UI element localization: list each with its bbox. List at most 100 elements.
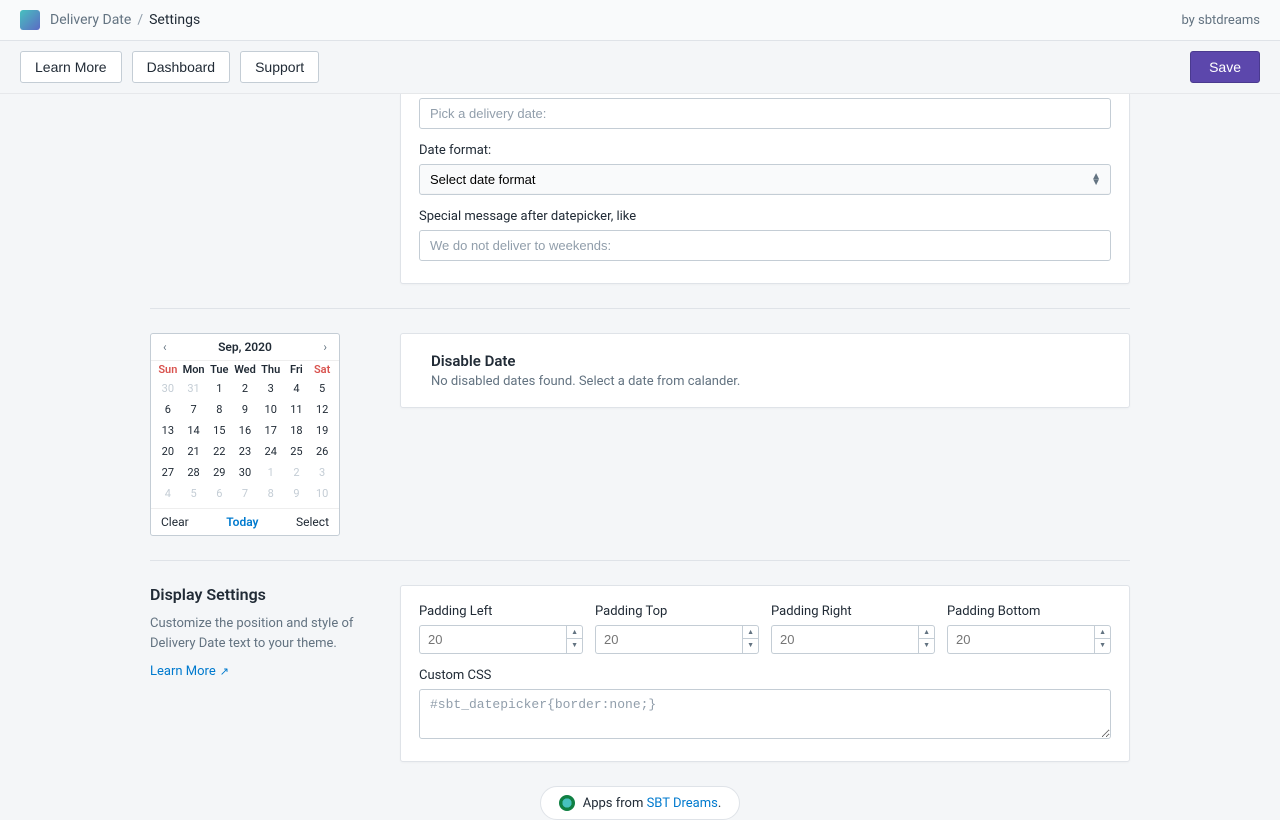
- calendar-day[interactable]: 17: [258, 420, 284, 441]
- calendar-day[interactable]: 20: [155, 441, 181, 462]
- calendar-day[interactable]: 10: [258, 399, 284, 420]
- calendar-day[interactable]: 3: [309, 462, 335, 483]
- calendar-day[interactable]: 31: [181, 378, 207, 399]
- padding-left-stepper[interactable]: ▲▼: [419, 625, 583, 654]
- calendar-day[interactable]: 2: [284, 462, 310, 483]
- pick-date-label-input[interactable]: [419, 98, 1111, 129]
- calendar-day[interactable]: 1: [206, 378, 232, 399]
- display-learn-more-link[interactable]: Learn More↗: [150, 664, 229, 679]
- calendar-day[interactable]: 19: [309, 420, 335, 441]
- calendar-day[interactable]: 4: [155, 483, 181, 504]
- custom-css-textarea[interactable]: [419, 689, 1111, 739]
- calendar-day[interactable]: 29: [206, 462, 232, 483]
- app-logo-icon: [20, 10, 40, 30]
- support-button[interactable]: Support: [240, 51, 319, 83]
- app-name[interactable]: Delivery Date: [50, 12, 131, 28]
- calendar-clear-button[interactable]: Clear: [161, 515, 189, 529]
- calendar-day[interactable]: 6: [155, 399, 181, 420]
- calendar-day[interactable]: 10: [309, 483, 335, 504]
- calendar-dow: Tue: [206, 363, 232, 376]
- calendar-day[interactable]: 16: [232, 420, 258, 441]
- calendar-day[interactable]: 15: [206, 420, 232, 441]
- date-format-select[interactable]: Select date format: [419, 164, 1111, 195]
- calendar-day[interactable]: 9: [284, 483, 310, 504]
- calendar-dow: Thu: [258, 363, 284, 376]
- calendar-day[interactable]: 23: [232, 441, 258, 462]
- calendar: ‹ Sep, 2020 › SunMonTueWedThuFriSat 3031…: [150, 333, 340, 536]
- toolbar: Learn More Dashboard Support Save: [0, 41, 1280, 94]
- disable-date-desc: No disabled dates found. Select a date f…: [431, 374, 1111, 389]
- calendar-day[interactable]: 30: [155, 378, 181, 399]
- calendar-day[interactable]: 7: [232, 483, 258, 504]
- calendar-day[interactable]: 8: [258, 483, 284, 504]
- calendar-dow: Sun: [155, 363, 181, 376]
- breadcrumb: Delivery Date / Settings: [20, 10, 200, 30]
- special-message-label: Special message after datepicker, like: [419, 209, 1111, 224]
- padding-bottom-stepper[interactable]: ▲▼: [947, 625, 1111, 654]
- padding-right-label: Padding Right: [771, 604, 935, 619]
- calendar-day[interactable]: 5: [181, 483, 207, 504]
- calendar-day[interactable]: 26: [309, 441, 335, 462]
- calendar-select-button[interactable]: Select: [296, 515, 329, 529]
- calendar-prev-icon[interactable]: ‹: [159, 340, 171, 354]
- display-settings-title: Display Settings: [150, 585, 370, 604]
- calendar-day[interactable]: 18: [284, 420, 310, 441]
- stepper-down-icon[interactable]: ▼: [567, 639, 582, 651]
- padding-right-input[interactable]: [771, 625, 918, 654]
- padding-top-input[interactable]: [595, 625, 742, 654]
- calendar-day[interactable]: 12: [309, 399, 335, 420]
- stepper-up-icon[interactable]: ▲: [1095, 626, 1110, 639]
- learn-more-button[interactable]: Learn More: [20, 51, 122, 83]
- topbar: Delivery Date / Settings by sbtdreams: [0, 0, 1280, 41]
- padding-left-input[interactable]: [419, 625, 566, 654]
- calendar-day[interactable]: 21: [181, 441, 207, 462]
- calendar-next-icon[interactable]: ›: [319, 340, 331, 354]
- stepper-down-icon[interactable]: ▼: [919, 639, 934, 651]
- datepicker-settings-card: Date format: Select date format ▲▼ Speci…: [400, 94, 1130, 284]
- padding-bottom-input[interactable]: [947, 625, 1094, 654]
- external-link-icon: ↗: [220, 665, 229, 678]
- padding-right-stepper[interactable]: ▲▼: [771, 625, 935, 654]
- calendar-day[interactable]: 14: [181, 420, 207, 441]
- calendar-day[interactable]: 1: [258, 462, 284, 483]
- dashboard-button[interactable]: Dashboard: [132, 51, 231, 83]
- calendar-day[interactable]: 2: [232, 378, 258, 399]
- calendar-day[interactable]: 28: [181, 462, 207, 483]
- calendar-day[interactable]: 3: [258, 378, 284, 399]
- footer-prefix: Apps from: [583, 796, 647, 811]
- calendar-dow: Wed: [232, 363, 258, 376]
- stepper-up-icon[interactable]: ▲: [567, 626, 582, 639]
- calendar-day[interactable]: 24: [258, 441, 284, 462]
- calendar-today-button[interactable]: Today: [226, 515, 258, 529]
- stepper-up-icon[interactable]: ▲: [743, 626, 758, 639]
- calendar-title[interactable]: Sep, 2020: [218, 340, 272, 354]
- breadcrumb-separator: /: [137, 12, 143, 28]
- by-line: by sbtdreams: [1181, 13, 1260, 28]
- calendar-day[interactable]: 11: [284, 399, 310, 420]
- stepper-down-icon[interactable]: ▼: [743, 639, 758, 651]
- stepper-up-icon[interactable]: ▲: [919, 626, 934, 639]
- padding-top-label: Padding Top: [595, 604, 759, 619]
- calendar-day[interactable]: 13: [155, 420, 181, 441]
- padding-left-label: Padding Left: [419, 604, 583, 619]
- calendar-dow: Mon: [181, 363, 207, 376]
- calendar-day[interactable]: 6: [206, 483, 232, 504]
- special-message-input[interactable]: [419, 230, 1111, 261]
- custom-css-label: Custom CSS: [419, 668, 1111, 683]
- padding-top-stepper[interactable]: ▲▼: [595, 625, 759, 654]
- footer-vendor-link[interactable]: SBT Dreams: [647, 796, 718, 811]
- stepper-down-icon[interactable]: ▼: [1095, 639, 1110, 651]
- date-format-label: Date format:: [419, 143, 1111, 158]
- calendar-day[interactable]: 5: [309, 378, 335, 399]
- calendar-day[interactable]: 4: [284, 378, 310, 399]
- calendar-day[interactable]: 25: [284, 441, 310, 462]
- calendar-dow: Fri: [284, 363, 310, 376]
- calendar-day[interactable]: 27: [155, 462, 181, 483]
- save-button[interactable]: Save: [1190, 51, 1260, 83]
- calendar-day[interactable]: 7: [181, 399, 207, 420]
- calendar-day[interactable]: 22: [206, 441, 232, 462]
- disable-date-card: Disable Date No disabled dates found. Se…: [400, 333, 1130, 408]
- calendar-day[interactable]: 30: [232, 462, 258, 483]
- calendar-day[interactable]: 8: [206, 399, 232, 420]
- calendar-day[interactable]: 9: [232, 399, 258, 420]
